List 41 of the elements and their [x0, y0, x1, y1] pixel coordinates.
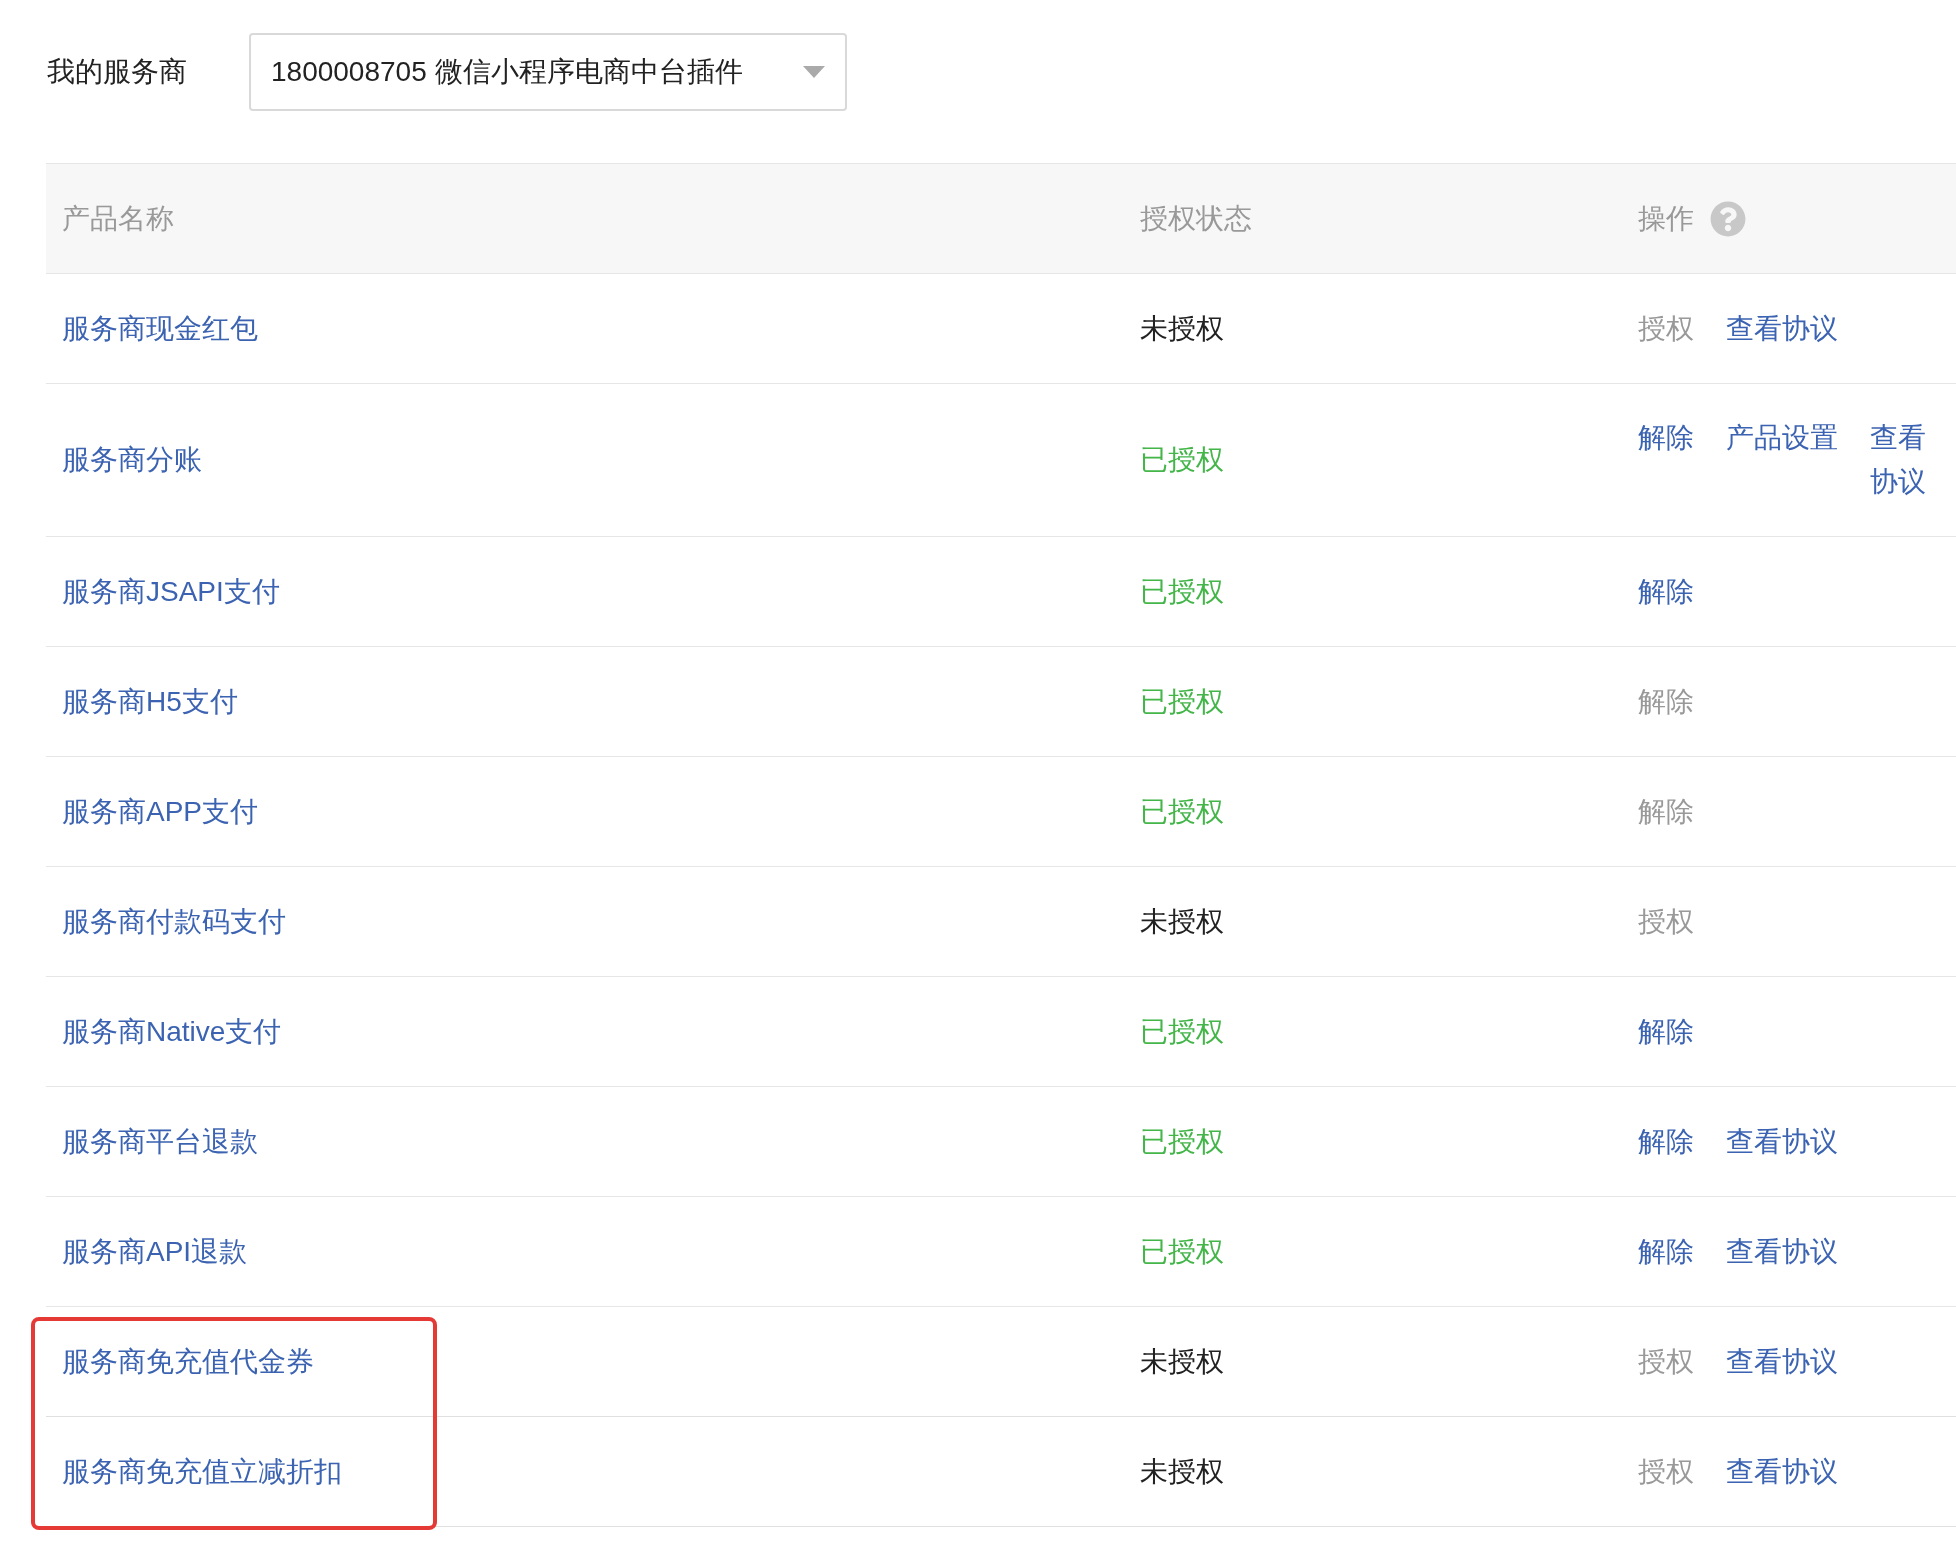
product-name-link[interactable]: 服务商现金红包 — [62, 312, 258, 344]
auth-status: 未授权 — [1140, 1345, 1224, 1377]
product-name-link[interactable]: 服务商分账 — [62, 444, 202, 475]
action-link[interactable]: 查看协议 — [1726, 1235, 1838, 1267]
help-icon[interactable] — [1710, 200, 1746, 237]
action-link[interactable]: 产品设置 — [1726, 422, 1838, 453]
product-name-link[interactable]: 服务商APP支付 — [62, 795, 259, 827]
auth-status: 未授权 — [1140, 905, 1224, 937]
caret-icon — [803, 66, 825, 78]
action-link[interactable]: 查看协议 — [1726, 312, 1838, 344]
product-name-link[interactable]: 服务商免充值代金券 — [62, 1345, 314, 1377]
auth-status: 已授权 — [1140, 444, 1224, 475]
product-name-link[interactable]: 服务商H5支付 — [62, 685, 238, 717]
product-name-link[interactable]: 服务商API退款 — [62, 1235, 248, 1267]
auth-status: 已授权 — [1140, 1235, 1224, 1267]
action-link[interactable]: 解除 — [1638, 422, 1694, 453]
auth-status: 未授权 — [1140, 1455, 1224, 1487]
action-link[interactable]: 解除 — [1638, 1235, 1694, 1267]
action-link[interactable]: 解除 — [1638, 575, 1694, 607]
auth-status: 已授权 — [1140, 1125, 1224, 1157]
product-name-link[interactable]: 服务商付款码支付 — [62, 905, 286, 937]
action-link[interactable]: 查看协议 — [1870, 416, 1926, 504]
column-header: 操作 — [1638, 201, 1694, 236]
product-name-link[interactable]: 服务商平台退款 — [62, 1125, 258, 1157]
action-link[interactable]: 解除 — [1638, 1125, 1694, 1157]
product-name-link[interactable]: 服务商JSAPI支付 — [62, 575, 280, 607]
action-link[interactable]: 查看协议 — [1726, 1455, 1838, 1487]
action-link[interactable]: 查看协议 — [1726, 1125, 1838, 1157]
product-name-link[interactable]: 服务商免充值立减折扣 — [62, 1455, 342, 1487]
auth-status: 未授权 — [1140, 312, 1224, 344]
auth-status: 已授权 — [1140, 685, 1224, 717]
provider-select[interactable]: 1800008705 微信小程序电商中台插件 — [249, 33, 847, 111]
product-name-link[interactable]: 服务商Native支付 — [62, 1015, 282, 1047]
auth-status: 已授权 — [1140, 795, 1224, 827]
action-link[interactable]: 解除 — [1638, 1015, 1694, 1047]
provider-label: 我的服务商 — [47, 55, 187, 89]
column-header: 产品名称 — [62, 202, 174, 234]
auth-status: 已授权 — [1140, 1015, 1224, 1047]
auth-status: 已授权 — [1140, 575, 1224, 607]
column-header: 授权状态 — [1140, 202, 1252, 234]
action-link[interactable]: 查看协议 — [1726, 1345, 1838, 1377]
